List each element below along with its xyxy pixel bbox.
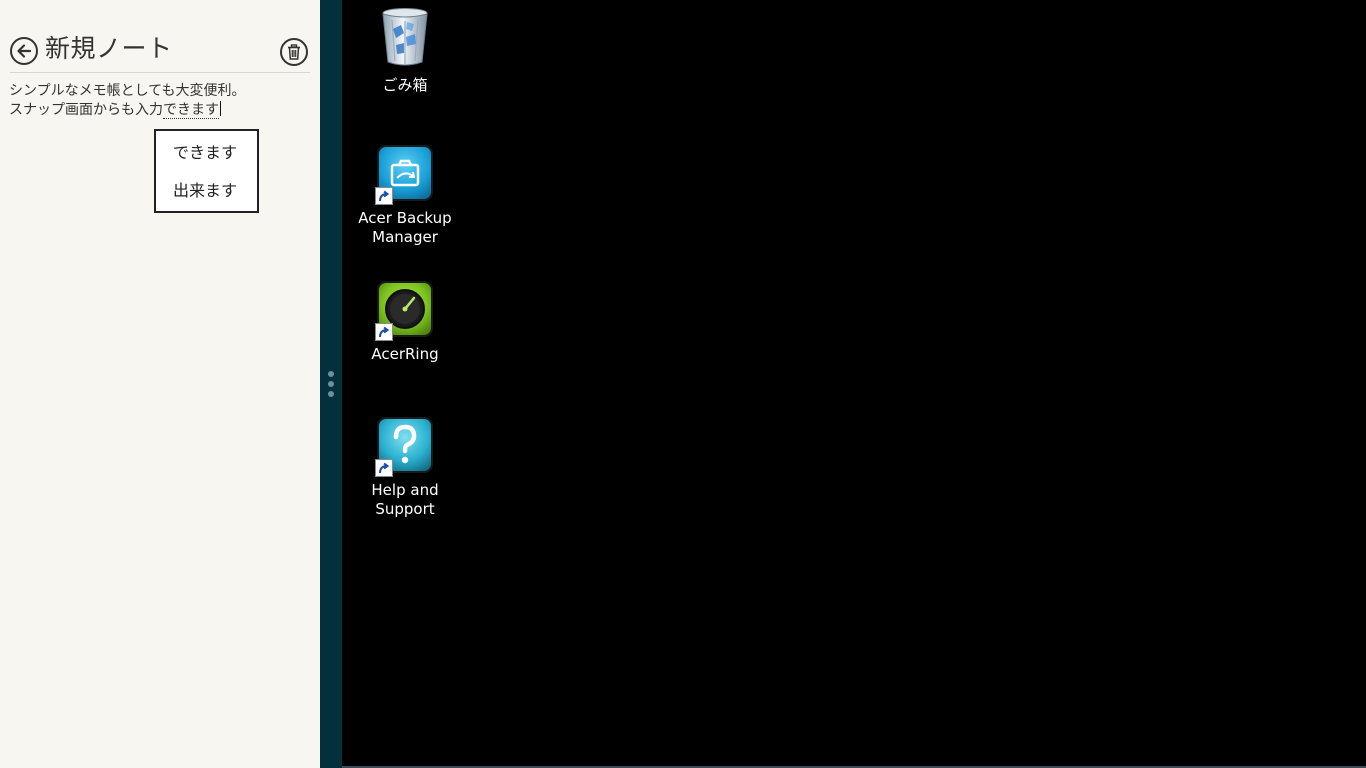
acerring-icon [375,281,433,341]
recycle-bin-icon [377,7,433,66]
desktop: ごみ箱 Acer Backup Manager AcerRing Help an… [342,0,1366,768]
desktop-icon-help-and-support[interactable]: Help and Support [352,417,458,519]
note-title: 新規ノート [45,34,173,63]
note-line-2: スナップ画面からも入力できます [9,101,309,120]
ime-candidate[interactable]: 出来ます [156,175,257,213]
splitter-grip-dot [328,381,334,387]
back-button[interactable] [10,37,38,65]
backup-manager-icon [375,145,433,205]
desktop-icon-acer-backup-manager[interactable]: Acer Backup Manager [352,145,458,247]
delete-note-button[interactable] [280,38,308,66]
trash-icon [288,44,300,60]
desktop-icon-label: AcerRing [371,345,439,363]
committed-text: スナップ画面からも入力 [9,102,163,118]
desktop-icon-recycle-bin[interactable]: ごみ箱 [352,7,458,95]
splitter-grip-dot [328,391,334,397]
ime-candidate-list: できます 出来ます [154,129,259,213]
shortcut-arrow-icon [375,323,393,341]
title-divider [10,72,310,73]
splitter-grip-dot [328,371,334,377]
desktop-icon-label: ごみ箱 [382,76,428,94]
shortcut-arrow-icon [375,187,393,205]
note-line-1: シンプルなメモ帳としても大変便利。 [9,83,246,99]
screen: 新規ノート シンプルなメモ帳としても大変便利。 スナップ画面からも入力できます … [0,0,1366,768]
desktop-icon-acerring[interactable]: AcerRing [352,281,458,364]
desktop-icon-label: Help and Support [371,481,439,518]
shortcut-arrow-icon [375,459,393,477]
desktop-icon-label: Acer Backup Manager [358,209,452,246]
ime-candidate[interactable]: できます [156,137,257,175]
note-app-pane: 新規ノート シンプルなメモ帳としても大変便利。 スナップ画面からも入力できます … [0,0,320,768]
help-question-icon [375,417,433,477]
text-caret [220,101,221,116]
note-text-area[interactable]: シンプルなメモ帳としても大変便利。 スナップ画面からも入力できます [9,82,309,120]
arrow-left-icon [17,44,32,58]
snap-splitter[interactable] [320,0,342,768]
ime-composition-text: できます [163,102,219,119]
